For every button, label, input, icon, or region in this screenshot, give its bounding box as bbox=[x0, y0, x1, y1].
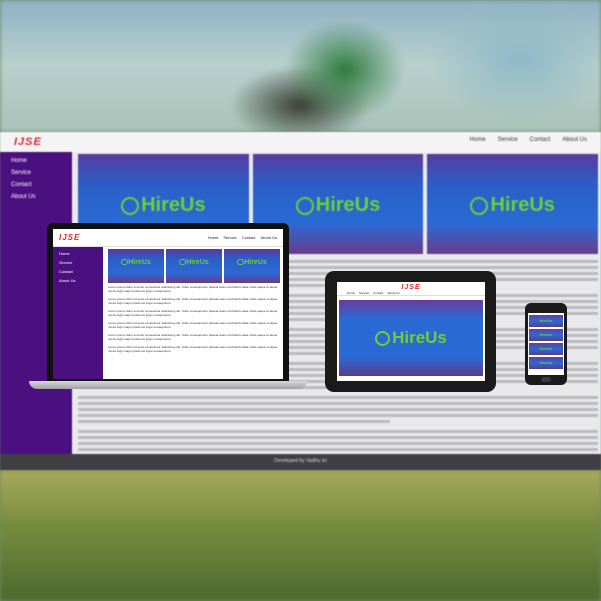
banner-brand: HireUs bbox=[539, 318, 553, 323]
sidebar-item-service[interactable]: Service bbox=[11, 170, 72, 176]
tablet-nav-about[interactable]: About Us bbox=[387, 291, 399, 295]
text-line bbox=[78, 442, 598, 445]
tablet-nav-service[interactable]: Service bbox=[359, 291, 369, 295]
phone-screen: HireUs HireUs HireUs HireUs bbox=[528, 313, 564, 375]
laptop-nav-home[interactable]: Home bbox=[208, 235, 219, 240]
paragraph: Lorem ipsum dolor sit amet consectetur a… bbox=[108, 333, 278, 341]
phone-home-button bbox=[541, 377, 551, 382]
blurred-background-bottom bbox=[0, 470, 601, 601]
banner-brand: HireUs bbox=[490, 194, 555, 216]
laptop-mockup: IJSE Home Service Contact About Us Home … bbox=[47, 223, 289, 381]
tablet-site-header: IJSE Home Service Contact About Us bbox=[337, 282, 485, 296]
laptop-banner-2: HireUs bbox=[166, 249, 222, 283]
sidebar-item-about[interactable]: About Us bbox=[11, 194, 72, 200]
text-line bbox=[78, 430, 598, 433]
laptop-nav-about[interactable]: About Us bbox=[261, 235, 277, 240]
site-footer: Developed by Vadhu sri bbox=[0, 454, 601, 470]
laptop-nav-service[interactable]: Service bbox=[223, 235, 236, 240]
laptop-site-nav: Home Service Contact About Us bbox=[208, 235, 277, 240]
phone-banner-2: HireUs bbox=[529, 329, 563, 341]
laptop-nav-contact[interactable]: Contact bbox=[242, 235, 256, 240]
laptop-site-header: IJSE Home Service Contact About Us bbox=[53, 229, 283, 247]
tablet-banner: HireUs bbox=[339, 300, 483, 376]
laptop-banner-1: HireUs bbox=[108, 249, 164, 283]
banner-brand: HireUs bbox=[186, 259, 209, 267]
site-nav: Home Service Contact About Us bbox=[470, 137, 587, 143]
tablet-site-nav: Home Service Contact About Us bbox=[347, 291, 400, 295]
tablet-mockup: IJSE Home Service Contact About Us HireU… bbox=[325, 271, 496, 392]
laptop-screen: IJSE Home Service Contact About Us Home … bbox=[53, 229, 283, 379]
text-line bbox=[78, 420, 390, 423]
hireus-logo-icon bbox=[179, 259, 186, 266]
laptop-banner-row: HireUs HireUs HireUs bbox=[108, 249, 280, 283]
sidebar-item-contact[interactable]: Contact bbox=[11, 182, 72, 188]
hireus-logo-icon bbox=[121, 196, 140, 215]
banner-brand: HireUs bbox=[539, 360, 553, 365]
laptop-base bbox=[29, 381, 307, 389]
footer-text: Developed by Vadhu sri bbox=[274, 458, 327, 464]
nav-home[interactable]: Home bbox=[470, 137, 486, 143]
site-header: IJSE Home Service Contact About Us bbox=[0, 132, 601, 152]
sidebar-item-home[interactable]: Home bbox=[11, 158, 72, 164]
nav-contact[interactable]: Contact bbox=[530, 137, 551, 143]
paragraph: Lorem ipsum dolor sit amet consectetur a… bbox=[108, 321, 278, 329]
paragraph: Lorem ipsum dolor sit amet consectetur a… bbox=[108, 309, 278, 317]
text-line bbox=[78, 448, 598, 451]
banner-brand: HireUs bbox=[141, 194, 206, 216]
paragraph: Lorem ipsum dolor sit amet consectetur a… bbox=[108, 297, 278, 305]
phone-banner-3: HireUs bbox=[529, 343, 563, 355]
phone-banner-4: HireUs bbox=[529, 357, 563, 369]
banner-brand: HireUs bbox=[539, 332, 553, 337]
nav-about[interactable]: About Us bbox=[562, 137, 587, 143]
laptop-sidebar: Home Service Contact About Us bbox=[53, 247, 103, 379]
hireus-logo-icon bbox=[470, 196, 489, 215]
hireus-logo-icon bbox=[375, 330, 391, 347]
paragraph: Lorem ipsum dolor sit amet consectetur a… bbox=[108, 345, 278, 353]
blurred-background-top bbox=[0, 0, 601, 132]
laptop-banner-3: HireUs bbox=[224, 249, 280, 283]
hireus-logo-icon bbox=[121, 259, 128, 266]
phone-mockup: HireUs HireUs HireUs HireUs bbox=[525, 303, 567, 385]
laptop-site-logo[interactable]: IJSE bbox=[59, 233, 80, 242]
text-line bbox=[78, 408, 598, 411]
text-line bbox=[78, 436, 598, 439]
laptop-body-text: Lorem ipsum dolor sit amet consectetur a… bbox=[108, 285, 280, 357]
tablet-screen: IJSE Home Service Contact About Us HireU… bbox=[337, 282, 485, 381]
banner-3: HireUs bbox=[427, 154, 599, 254]
tablet-nav-contact[interactable]: Contact bbox=[373, 291, 383, 295]
laptop-sidebar-service[interactable]: Service bbox=[59, 260, 103, 265]
site-logo[interactable]: IJSE bbox=[14, 136, 42, 148]
hireus-logo-icon bbox=[295, 196, 314, 215]
laptop-sidebar-contact[interactable]: Contact bbox=[59, 269, 103, 274]
laptop-sidebar-about[interactable]: About Us bbox=[59, 278, 103, 283]
laptop-sidebar-home[interactable]: Home bbox=[59, 251, 103, 256]
paragraph: Lorem ipsum dolor sit amet consectetur a… bbox=[108, 285, 278, 293]
text-line bbox=[78, 396, 598, 399]
banner-brand: HireUs bbox=[392, 328, 447, 347]
text-line bbox=[78, 402, 598, 405]
banner-brand: HireUs bbox=[128, 259, 151, 267]
text-line bbox=[78, 414, 598, 417]
banner-brand: HireUs bbox=[244, 259, 267, 267]
banner-brand: HireUs bbox=[539, 346, 553, 351]
hireus-logo-icon bbox=[237, 259, 244, 266]
tablet-nav-home[interactable]: Home bbox=[347, 291, 355, 295]
tablet-site-logo[interactable]: IJSE bbox=[401, 284, 420, 291]
phone-banner-1: HireUs bbox=[529, 315, 563, 327]
banner-brand: HireUs bbox=[315, 194, 381, 216]
nav-service[interactable]: Service bbox=[498, 137, 518, 143]
